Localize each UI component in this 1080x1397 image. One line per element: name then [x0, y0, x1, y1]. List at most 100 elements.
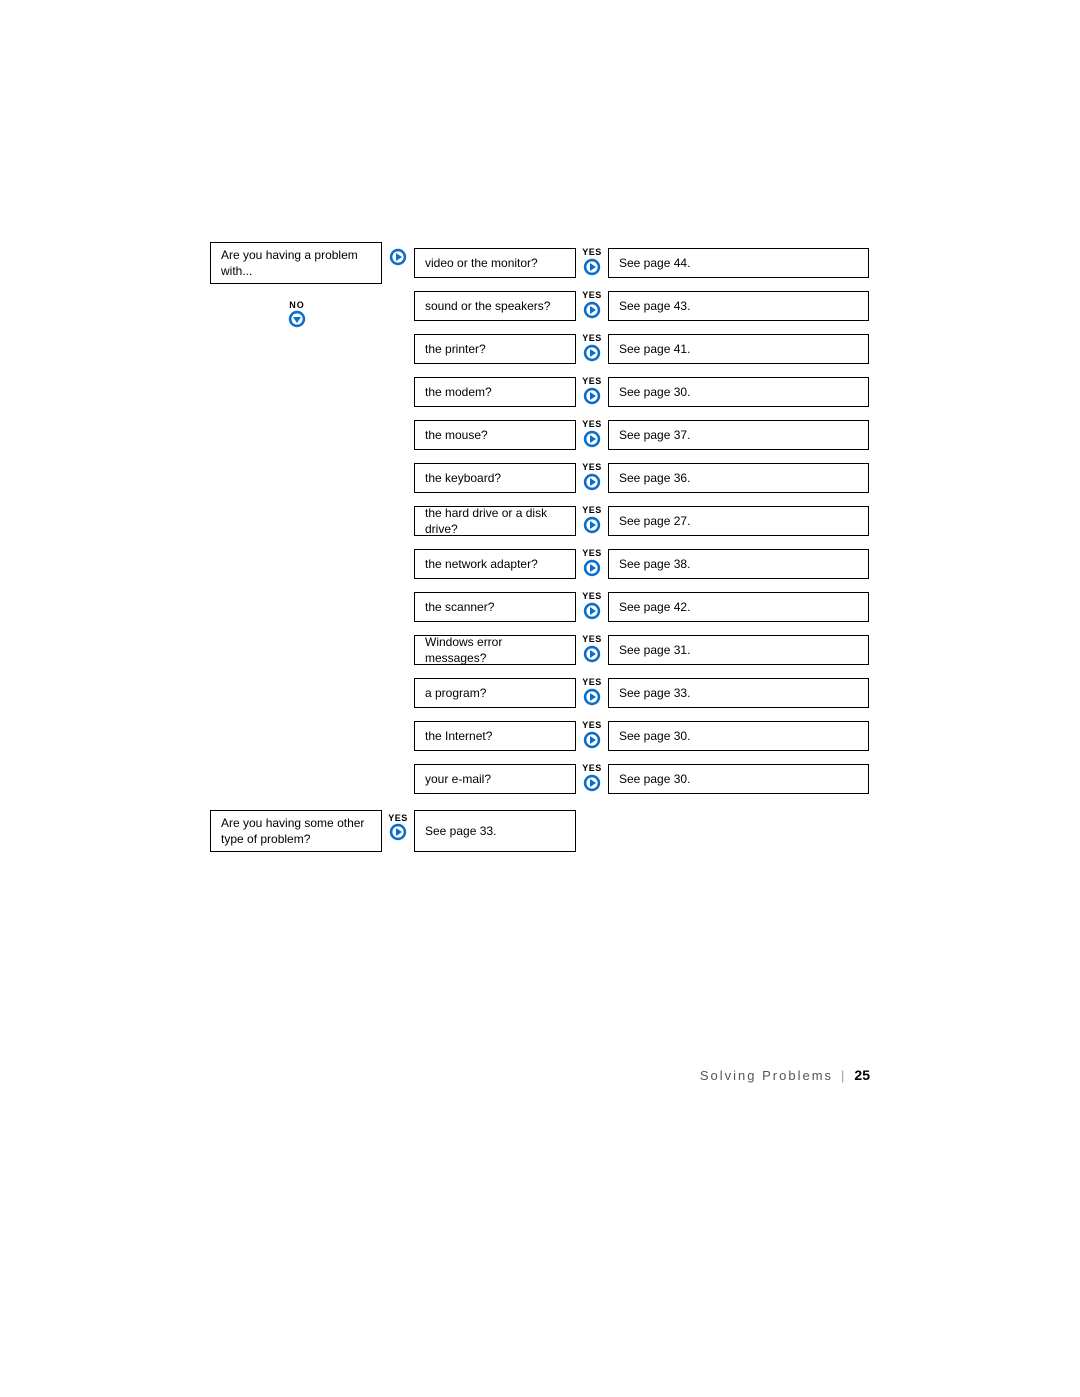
other-question-box: Are you having some other type of proble… [210, 810, 382, 852]
problem-question-box: a program? [414, 678, 576, 708]
answer-box: See page 30. [608, 764, 869, 794]
answer-box: See page 33. [608, 678, 869, 708]
arrow-right-icon [580, 688, 604, 706]
yes-indicator: YES [580, 333, 604, 362]
yes-indicator: YES [580, 419, 604, 448]
answer-box: See page 43. [608, 291, 869, 321]
answer-box: See page 44. [608, 248, 869, 278]
answer-text: See page 31. [619, 642, 690, 658]
yes-label: YES [580, 376, 604, 386]
answer-box: See page 38. [608, 549, 869, 579]
arrow-right-icon [580, 430, 604, 448]
yes-label: YES [580, 634, 604, 644]
answer-box: See page 37. [608, 420, 869, 450]
arrow-right-icon [580, 258, 604, 276]
no-label: NO [282, 300, 312, 310]
arrow-right-icon [580, 473, 604, 491]
yes-label: YES [580, 462, 604, 472]
problem-question-text: the Internet? [425, 728, 492, 744]
problem-question-text: the scanner? [425, 599, 494, 615]
yes-indicator: YES [580, 290, 604, 319]
problem-question-box: the modem? [414, 377, 576, 407]
arrow-right-icon [580, 602, 604, 620]
yes-label: YES [580, 247, 604, 257]
problem-question-text: your e-mail? [425, 771, 491, 787]
yes-label: YES [580, 591, 604, 601]
start-arrow [388, 248, 408, 266]
problem-question-box: the Internet? [414, 721, 576, 751]
footer-separator: | [841, 1068, 846, 1083]
problem-question-box: the keyboard? [414, 463, 576, 493]
yes-indicator: YES [580, 591, 604, 620]
start-question-box: Are you having a problem with... [210, 242, 382, 284]
answer-text: See page 42. [619, 599, 690, 615]
answer-text: See page 30. [619, 384, 690, 400]
footer-page-number: 25 [854, 1067, 870, 1083]
yes-indicator: YES [580, 548, 604, 577]
problem-question-box: the hard drive or a disk drive? [414, 506, 576, 536]
other-question-text: Are you having some other type of proble… [221, 815, 371, 847]
other-answer-box: See page 33. [414, 810, 576, 852]
yes-indicator: YES [580, 763, 604, 792]
arrow-right-icon [580, 559, 604, 577]
arrow-right-icon [580, 645, 604, 663]
yes-label: YES [386, 813, 410, 823]
problem-question-text: the mouse? [425, 427, 488, 443]
yes-indicator: YES [580, 677, 604, 706]
yes-indicator: YES [580, 505, 604, 534]
problem-question-text: a program? [425, 685, 486, 701]
start-question-text: Are you having a problem with... [221, 247, 371, 279]
yes-label: YES [580, 505, 604, 515]
footer-section: Solving Problems [700, 1068, 833, 1083]
page-footer: Solving Problems | 25 [700, 1067, 870, 1083]
arrow-right-icon [580, 516, 604, 534]
arrow-right-icon [386, 823, 410, 841]
problem-question-box: the scanner? [414, 592, 576, 622]
arrow-right-icon [580, 387, 604, 405]
problem-question-box: sound or the speakers? [414, 291, 576, 321]
answer-text: See page 41. [619, 341, 690, 357]
answer-box: See page 41. [608, 334, 869, 364]
yes-indicator: YES [580, 720, 604, 749]
problem-question-text: the modem? [425, 384, 492, 400]
yes-label: YES [580, 290, 604, 300]
problem-question-text: the keyboard? [425, 470, 501, 486]
problem-question-box: your e-mail? [414, 764, 576, 794]
no-indicator: NO [282, 300, 312, 328]
problem-question-text: Windows error messages? [425, 634, 565, 666]
answer-box: See page 30. [608, 721, 869, 751]
answer-text: See page 30. [619, 771, 690, 787]
problem-question-box: video or the monitor? [414, 248, 576, 278]
answer-text: See page 36. [619, 470, 690, 486]
problem-question-text: the printer? [425, 341, 486, 357]
arrow-right-icon [580, 344, 604, 362]
problem-question-text: video or the monitor? [425, 255, 538, 271]
yes-indicator: YES [580, 462, 604, 491]
answer-text: See page 37. [619, 427, 690, 443]
answer-text: See page 44. [619, 255, 690, 271]
answer-text: See page 38. [619, 556, 690, 572]
yes-label: YES [580, 763, 604, 773]
answer-box: See page 36. [608, 463, 869, 493]
yes-label: YES [580, 720, 604, 730]
yes-label: YES [580, 333, 604, 343]
arrow-right-icon [580, 301, 604, 319]
answer-text: See page 27. [619, 513, 690, 529]
yes-label: YES [580, 548, 604, 558]
arrow-down-icon [282, 310, 312, 328]
yes-label: YES [580, 419, 604, 429]
yes-indicator: YES [580, 634, 604, 663]
arrow-right-icon [580, 731, 604, 749]
problem-question-box: Windows error messages? [414, 635, 576, 665]
yes-indicator: YES [386, 813, 410, 841]
problem-question-text: the network adapter? [425, 556, 538, 572]
answer-text: See page 30. [619, 728, 690, 744]
problem-question-text: sound or the speakers? [425, 298, 550, 314]
answer-text: See page 43. [619, 298, 690, 314]
arrow-right-icon [580, 774, 604, 792]
answer-box: See page 31. [608, 635, 869, 665]
arrow-right-icon [388, 248, 408, 266]
yes-indicator: YES [580, 376, 604, 405]
problem-question-box: the network adapter? [414, 549, 576, 579]
answer-box: See page 42. [608, 592, 869, 622]
